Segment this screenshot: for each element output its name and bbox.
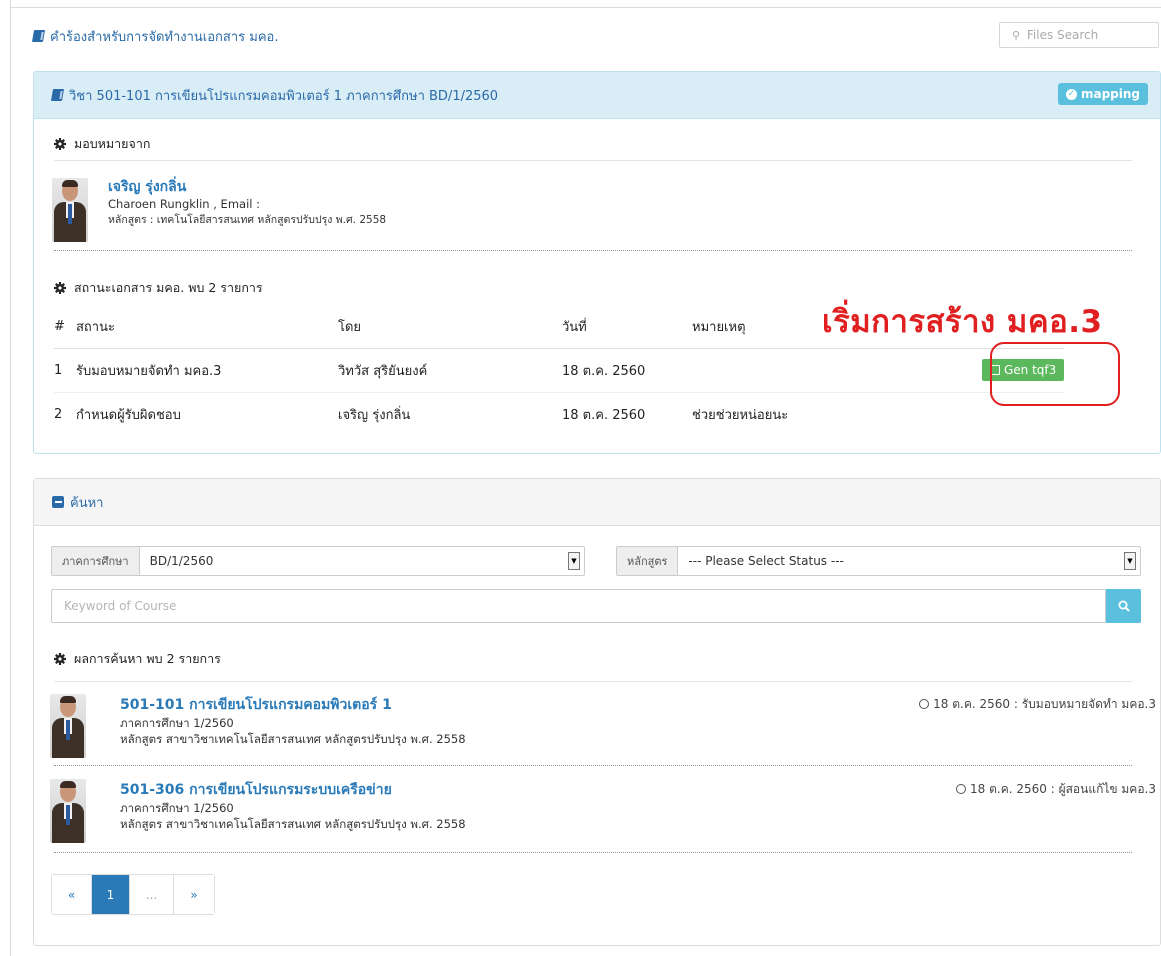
files-search-input[interactable]: ⚲ Files Search: [999, 22, 1159, 48]
assigner-email: Charoen Rungklin , Email :: [108, 197, 260, 211]
top-border: [10, 7, 1161, 8]
course-link[interactable]: 501-101 การเขียนโปรแกรมคอมพิวเตอร์ 1: [120, 695, 466, 715]
book-icon: [50, 89, 65, 101]
keyword-input[interactable]: Keyword of Course: [51, 589, 1106, 623]
clock-icon: [919, 699, 930, 709]
chevron-down-icon[interactable]: ▼: [568, 552, 580, 570]
book-icon: [31, 30, 46, 42]
course-link[interactable]: 501-306 การเขียนโปรแกรมระบบเครือข่าย: [120, 780, 466, 800]
col-status: สถานะ: [76, 306, 338, 349]
program-select[interactable]: หลักสูตร --- Please Select Status --- ▼: [616, 546, 1141, 576]
search-panel-title: ค้นหา: [70, 495, 104, 511]
avatar: [52, 178, 88, 242]
status-count-label: สถานะเอกสาร มคอ. พบ 2 รายการ: [74, 280, 263, 295]
list-item: 501-101 การเขียนโปรแกรมคอมพิวเตอร์ 1 ภาค…: [50, 681, 1156, 769]
course-meta-text: 18 ต.ค. 2560 : รับมอบหมายจัดทำ มคอ.3: [933, 697, 1156, 711]
table-row: 1 รับมอบหมายจัดทำ มคอ.3 วิทวัส สุริยันยง…: [54, 348, 1065, 393]
course-semester: ภาคการศึกษา 1/2560: [120, 716, 234, 730]
annotation-highlight: [990, 342, 1120, 406]
col-date: วันที่: [562, 306, 692, 349]
assigner-name[interactable]: เจริญ รุ่งกลิ่น: [108, 178, 386, 196]
avatar: [50, 694, 86, 758]
search-icon: ⚲: [1012, 29, 1021, 42]
row-by: เจริญ รุ่งกลิ่น: [338, 407, 411, 423]
course-panel-heading: วิชา 501-101 การเขียนโปรแกรมคอมพิวเตอร์ …: [34, 72, 1160, 119]
row-number: 2: [54, 406, 63, 422]
keyword-placeholder: Keyword of Course: [64, 599, 177, 613]
annotation-text: เริ่มการสร้าง มคอ.3: [822, 304, 1103, 340]
col-by: โดย: [338, 306, 562, 349]
semester-value: BD/1/2560: [149, 554, 214, 568]
prev-page-button[interactable]: «: [52, 875, 92, 914]
course-meta: 18 ต.ค. 2560 : ผู้สอนแก้ไข มคอ.3: [956, 780, 1156, 799]
course-panel-title: วิชา 501-101 การเขียนโปรแกรมคอมพิวเตอร์ …: [69, 88, 499, 104]
page-1-button[interactable]: 1: [92, 875, 130, 914]
avatar: [50, 779, 86, 843]
gear-icon: [54, 282, 66, 294]
row-status: กำหนดผู้รับผิดชอบ: [76, 407, 181, 423]
divider: [54, 160, 1132, 161]
mapping-button[interactable]: ✓ mapping: [1057, 83, 1148, 105]
program-label: หลักสูตร: [617, 547, 679, 575]
list-item: 501-306 การเขียนโปรแกรมระบบเครือข่าย ภาค…: [50, 766, 1156, 854]
status-heading: สถานะเอกสาร มคอ. พบ 2 รายการ: [54, 278, 263, 298]
assigned-from-label: มอบหมายจาก: [74, 136, 151, 151]
chevron-down-icon[interactable]: ▼: [1124, 552, 1136, 570]
assigner-program: หลักสูตร : เทคโนโลยีสารสนเทศ หลักสูตรปรั…: [108, 214, 387, 226]
left-border: [10, 0, 11, 956]
collapse-icon[interactable]: [52, 496, 64, 508]
page-title: คำร้องสำหรับการจัดทำงานเอกสาร มคอ.: [50, 29, 279, 45]
gear-icon: [54, 653, 66, 665]
course-program: หลักสูตร สาขาวิชาเทคโนโลยีสารสนเทศ หลักส…: [120, 732, 466, 746]
course-meta-text: 18 ต.ค. 2560 : ผู้สอนแก้ไข มคอ.3: [970, 782, 1156, 796]
course-program: หลักสูตร สาขาวิชาเทคโนโลยีสารสนเทศ หลักส…: [120, 817, 466, 831]
row-status: รับมอบหมายจัดทำ มคอ.3: [76, 348, 338, 393]
course-semester: ภาคการศึกษา 1/2560: [120, 801, 234, 815]
assigner-card: เจริญ รุ่งกลิ่น Charoen Rungklin , Email…: [52, 178, 386, 242]
row-note: [692, 348, 982, 393]
assigned-from-heading: มอบหมายจาก: [54, 134, 150, 154]
row-note: ช่วยช่วยหน่อยนะ: [692, 407, 789, 423]
program-value: --- Please Select Status ---: [688, 554, 844, 568]
divider: [54, 852, 1132, 853]
row-number: 1: [54, 348, 76, 393]
page-header: คำร้องสำหรับการจัดทำงานเอกสาร มคอ.: [31, 24, 1161, 48]
gear-icon: [54, 138, 66, 150]
pagination: « 1 ... »: [51, 874, 215, 915]
divider: [54, 250, 1132, 251]
results-heading: ผลการค้นหา พบ 2 รายการ: [54, 649, 221, 669]
results-count-label: ผลการค้นหา พบ 2 รายการ: [74, 651, 221, 666]
files-search-placeholder: Files Search: [1026, 28, 1099, 42]
row-date: 18 ต.ค. 2560: [562, 348, 692, 393]
col-number: #: [54, 306, 76, 349]
semester-select[interactable]: ภาคการศึกษา BD/1/2560 ▼: [51, 546, 585, 576]
pagination-ellipsis: ...: [130, 875, 174, 914]
search-button[interactable]: [1106, 589, 1141, 623]
row-by: วิทวัส สุริยันยงค์: [338, 348, 562, 393]
course-meta: 18 ต.ค. 2560 : รับมอบหมายจัดทำ มคอ.3: [919, 695, 1156, 714]
table-row: 2 กำหนดผู้รับผิดชอบ เจริญ รุ่งกลิ่น 18 ต…: [54, 392, 1064, 436]
mapping-label: mapping: [1080, 87, 1140, 101]
search-icon: [1118, 600, 1130, 612]
search-panel: ค้นหา ภาคการศึกษา BD/1/2560 ▼ หลักสูตร -…: [33, 478, 1161, 946]
row-date: 18 ต.ค. 2560: [562, 407, 646, 423]
search-panel-heading[interactable]: ค้นหา: [34, 479, 1160, 526]
semester-label: ภาคการศึกษา: [52, 547, 140, 575]
clock-icon: [956, 784, 967, 794]
check-circle-icon: ✓: [1065, 88, 1077, 100]
next-page-button[interactable]: »: [174, 875, 214, 914]
